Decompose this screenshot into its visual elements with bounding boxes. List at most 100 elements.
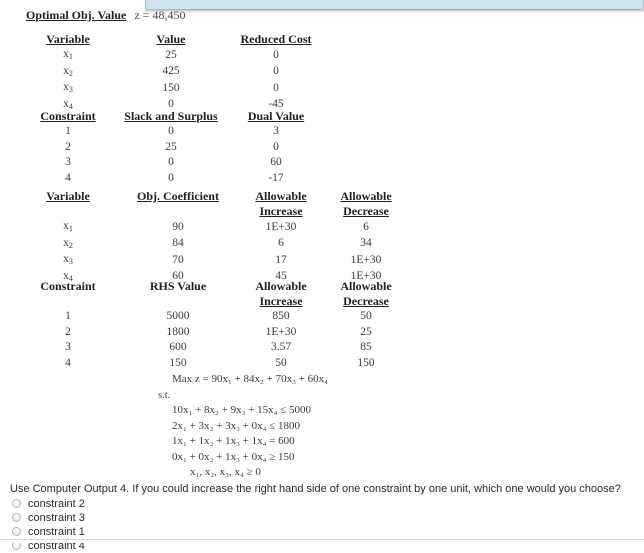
highlighted-field[interactable]	[145, 0, 644, 10]
radio-button-icon[interactable]	[12, 499, 21, 508]
cell-value: 150	[162, 81, 180, 94]
table-row: x1 90 1E+30 6	[18, 218, 408, 235]
cell-allowable-decrease: 6	[363, 220, 369, 233]
subheader-decrease: Decrease	[343, 203, 389, 218]
cell-allowable-increase: 17	[275, 253, 287, 266]
cell-variable: x1	[63, 48, 73, 61]
optimal-objective-label: Optimal Obj. Value	[26, 8, 127, 22]
cell-obj-coefficient: 70	[172, 253, 184, 266]
cell-allowable-decrease: 50	[360, 310, 372, 322]
subheader-decrease: Decrease	[343, 293, 389, 308]
answer-option-1[interactable]: constraint 3	[12, 510, 85, 525]
column-header-dual-value: Dual Value	[247, 108, 305, 123]
table-row: 2 25 0	[18, 139, 328, 155]
lp-model-block: Max z = 90x₁ + 84x₂ + 70x₃ + 60x₄ s.t. 1…	[140, 372, 328, 481]
cell-allowable-decrease: 85	[360, 341, 372, 353]
cell-allowable-decrease: 25	[360, 325, 372, 338]
table-header-row: Variable Value Reduced Cost	[18, 31, 328, 46]
cell-reduced-cost: 0	[273, 81, 279, 94]
column-header-allowable-increase: Allowable	[255, 278, 307, 293]
subheader-blank-2	[118, 293, 238, 308]
table-row: 3 0 60	[18, 154, 328, 170]
table-row: 4 150 50 150	[18, 355, 408, 371]
subheader-increase: Increase	[259, 293, 303, 308]
constraint-expression-1: 10x₁ + 8x₂ + 9x₃ + 15x₄ ≤ 5000	[172, 404, 311, 416]
cell-constraint: 3	[65, 156, 71, 168]
cell-constraint: 2	[65, 325, 71, 338]
cell-value: 25	[165, 48, 177, 61]
answer-option-label: constraint 2	[28, 497, 85, 510]
cell-obj-coefficient: 84	[172, 237, 184, 249]
objective-coefficient-ranging-table: Variable Obj. Coefficient Allowable Allo…	[18, 188, 408, 284]
constraint-expression-2: 2x₁ + 3x₂ + 3x₃ + 0x₄ ≤ 1800	[172, 419, 300, 432]
subheader-blank-1	[18, 293, 118, 308]
column-header-constraint: Constraint	[40, 108, 96, 123]
subheader-blank-1	[18, 203, 118, 218]
answer-option-label: constraint 3	[28, 511, 85, 524]
answer-option-0[interactable]: constraint 2	[12, 496, 85, 511]
answer-option-label: constraint 1	[28, 525, 85, 538]
table-row: x3 70 17 1E+30	[18, 251, 408, 268]
cell-variable: x3	[63, 253, 73, 266]
cell-slack: 0	[168, 156, 174, 168]
cell-allowable-increase: 50	[275, 356, 287, 369]
cell-constraint: 4	[65, 171, 71, 184]
table-header-row: Constraint Slack and Surplus Dual Value	[18, 108, 328, 123]
cell-allowable-decrease: 150	[357, 356, 375, 369]
cell-allowable-increase: 6	[278, 237, 284, 249]
column-header-obj-coefficient: Obj. Coefficient	[137, 188, 219, 203]
cell-constraint: 1	[65, 310, 71, 322]
table-row: 1 0 3	[18, 123, 328, 139]
radio-button-icon[interactable]	[12, 513, 21, 522]
rhs-ranging-table: Constraint RHS Value Allowable Allowable…	[18, 278, 408, 370]
cell-dual: 3	[273, 125, 279, 137]
cell-constraint: 1	[65, 125, 71, 137]
cell-variable: x2	[63, 236, 73, 250]
cell-slack: 0	[168, 171, 174, 184]
cell-reduced-cost: 0	[273, 48, 279, 61]
column-header-allowable-decrease: Allowable	[340, 278, 392, 293]
optimal-objective-value: z = 48,450	[134, 8, 186, 22]
cell-allowable-increase: 850	[272, 310, 290, 322]
answer-option-2[interactable]: constraint 1	[12, 524, 85, 539]
question-text: Use Computer Output 4. If you could incr…	[10, 483, 621, 495]
cell-dual: -17	[268, 171, 284, 184]
cell-allowable-increase: 1E+30	[265, 220, 297, 233]
column-header-variable: Variable	[46, 31, 90, 46]
cell-constraint: 2	[65, 140, 71, 153]
cell-variable: x2	[63, 64, 73, 78]
cell-allowable-decrease: 34	[360, 237, 372, 249]
table-row: 1 5000 850 50	[18, 308, 408, 324]
cell-allowable-decrease: 1E+30	[350, 253, 382, 266]
column-header-reduced-cost: Reduced Cost	[240, 31, 312, 46]
cell-allowable-increase: 1E+30	[265, 325, 297, 338]
table-row: x1 25 0	[18, 46, 328, 63]
subheader-blank-2	[118, 203, 238, 218]
table-row: 4 0 -17	[18, 170, 328, 186]
cell-dual: 60	[270, 156, 282, 168]
column-header-allowable-decrease: Allowable	[340, 188, 392, 203]
table-row: 3 600 3.57 85	[18, 339, 408, 355]
column-header-constraint: Constraint	[40, 278, 96, 293]
radio-button-icon[interactable]	[12, 527, 21, 536]
field-shadow	[145, 10, 644, 13]
cell-constraint: 4	[65, 356, 71, 369]
table-row: x2 425 0	[18, 63, 328, 80]
constraint-expression-4: 0x₁ + 0x₂ + 1x₃ + 0x₄ ≥ 150	[172, 450, 295, 463]
table-row: x2 84 6 34	[18, 235, 408, 252]
table-header-row: Variable Obj. Coefficient Allowable Allo…	[18, 188, 408, 203]
table-header-row: Constraint RHS Value Allowable Allowable	[18, 278, 408, 293]
column-header-slack-surplus: Slack and Surplus	[124, 108, 218, 123]
cell-rhs-value: 5000	[166, 310, 190, 322]
variable-value-table: Variable Value Reduced Cost x1 25 0 x2 4…	[18, 31, 328, 112]
cell-slack: 25	[165, 140, 177, 153]
cell-dual: 0	[273, 140, 279, 153]
constraint-expression-3: 1x₁ + 1x₂ + 1x₃ + 1x₄ = 600	[172, 435, 295, 447]
cell-rhs-value: 150	[169, 356, 187, 369]
table-subheader-row: Increase Decrease	[18, 293, 408, 308]
cell-variable: x3	[63, 81, 73, 94]
cell-variable: x1	[63, 220, 73, 233]
column-header-variable: Variable	[46, 188, 90, 203]
cell-slack: 0	[168, 125, 174, 137]
cell-rhs-value: 600	[169, 341, 187, 353]
